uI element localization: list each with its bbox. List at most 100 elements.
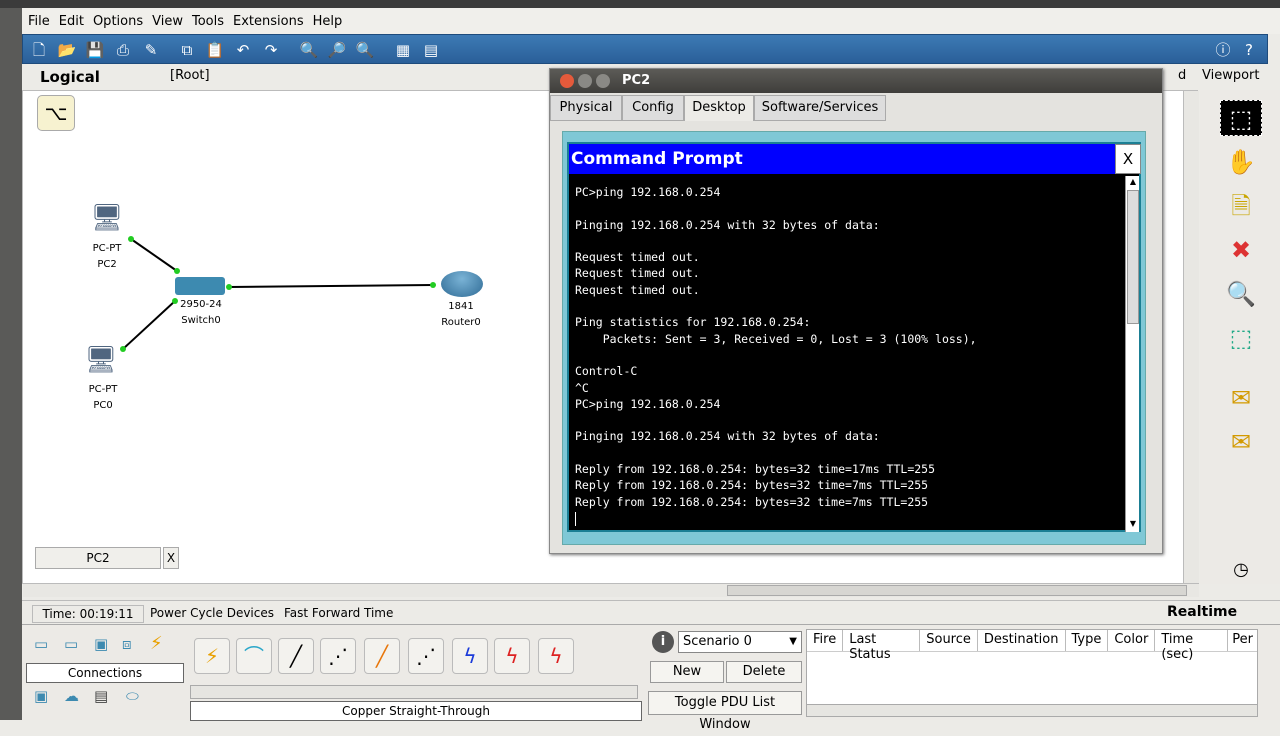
fast-forward-button[interactable]: Fast Forward Time	[284, 606, 393, 620]
paste-icon[interactable]: 📋	[205, 40, 225, 60]
wan-emulation-category-icon[interactable]: ☁	[64, 687, 90, 707]
routers-category-icon[interactable]: ▭	[34, 635, 60, 655]
menu-help[interactable]: Help	[313, 14, 343, 29]
col-time[interactable]: Time (sec)	[1155, 630, 1229, 662]
copper-cross-over-icon[interactable]: ⋰	[320, 638, 356, 674]
tab-physical[interactable]: Physical	[550, 95, 622, 121]
serial-dce-icon[interactable]: ϟ	[494, 638, 530, 674]
col-type[interactable]: Type	[1066, 630, 1109, 651]
simulation-clock-icon[interactable]: ◷	[1220, 552, 1262, 588]
command-prompt-scrollbar[interactable]: ▲ ▼	[1125, 176, 1139, 532]
scroll-thumb[interactable]	[727, 585, 1187, 596]
help-icon[interactable]: ?	[1239, 40, 1259, 60]
root-label[interactable]: [Root]	[170, 68, 210, 83]
automatic-connection-icon[interactable]: ⚡	[194, 638, 230, 674]
menu-tools[interactable]: Tools	[192, 14, 224, 29]
serial-dte-icon[interactable]: ϟ	[538, 638, 574, 674]
col-periodic[interactable]: Per	[1228, 630, 1257, 651]
pc2-tab-chip[interactable]: PC2	[35, 547, 161, 569]
col-fire[interactable]: Fire	[807, 630, 844, 651]
col-destination[interactable]: Destination	[978, 630, 1066, 651]
pc2-window-titlebar[interactable]: PC2	[550, 69, 1162, 93]
close-window-icon[interactable]	[560, 74, 574, 88]
os-title-bar	[0, 0, 1280, 8]
coaxial-cable-icon[interactable]: ϟ	[452, 638, 488, 674]
scroll-up-icon[interactable]: ▲	[1127, 176, 1139, 188]
realtime-mode-label[interactable]: Realtime	[1167, 604, 1237, 620]
custom-devices-category-icon[interactable]: ▤	[94, 687, 120, 707]
pdu-table-scrollbar[interactable]	[807, 704, 1257, 716]
router-device-icon[interactable]	[441, 271, 483, 297]
resize-shape-icon[interactable]: ⬚	[1220, 320, 1262, 356]
pc0-device-icon[interactable]: 🖥	[83, 345, 119, 375]
menu-edit[interactable]: Edit	[59, 14, 84, 29]
switch-device-icon[interactable]	[175, 277, 225, 295]
maximize-window-icon[interactable]	[596, 74, 610, 88]
phone-cable-icon[interactable]: ⋰	[408, 638, 444, 674]
logical-label[interactable]: Logical	[40, 68, 100, 86]
end-devices-category-icon[interactable]: ▣	[34, 687, 60, 707]
zoom-reset-icon[interactable]: 🔎	[327, 40, 347, 60]
copy-icon[interactable]: ⧉	[177, 40, 197, 60]
connections-category-icon[interactable]: ⚡	[150, 633, 176, 654]
multiuser-category-icon[interactable]: ⬭	[126, 687, 156, 707]
tab-software-services[interactable]: Software/Services	[754, 95, 886, 121]
scroll-thumb[interactable]	[1127, 190, 1139, 324]
tab-desktop[interactable]: Desktop	[684, 95, 754, 121]
new-scenario-button[interactable]: New	[650, 661, 724, 683]
scroll-down-icon[interactable]: ▼	[1127, 518, 1139, 530]
menu-view[interactable]: View	[152, 14, 183, 29]
note-icon[interactable]: 🗎	[1220, 188, 1262, 224]
delete-icon[interactable]: ✖	[1220, 232, 1262, 268]
info-icon[interactable]: ⓘ	[1213, 40, 1233, 60]
zoom-in-icon[interactable]: 🔍	[299, 40, 319, 60]
fiber-cable-icon[interactable]: ╱	[364, 638, 400, 674]
open-folder-icon[interactable]: 📂	[57, 40, 77, 60]
scenario-info-icon[interactable]: i	[652, 631, 674, 653]
inspect-icon[interactable]: 🔍	[1220, 276, 1262, 312]
select-tool-icon[interactable]: ⬚	[1220, 100, 1262, 136]
workspace-horizontal-scrollbar[interactable]	[23, 583, 1199, 597]
col-source[interactable]: Source	[920, 630, 978, 651]
delete-scenario-button[interactable]: Delete	[726, 661, 802, 683]
col-color[interactable]: Color	[1108, 630, 1156, 651]
close-chip-button[interactable]: X	[163, 547, 179, 569]
zoom-out-icon[interactable]: 🔍	[355, 40, 375, 60]
console-line: Reply from 192.168.0.254: bytes=32 time=…	[575, 478, 929, 493]
add-complex-pdu-icon[interactable]: ✉	[1220, 424, 1262, 460]
add-simple-pdu-icon[interactable]: ✉	[1220, 380, 1262, 416]
console-cable-icon[interactable]: ⌒	[236, 638, 272, 674]
toggle-pdu-list-button[interactable]: Toggle PDU List Window	[648, 691, 802, 732]
command-prompt-window[interactable]: Command Prompt X PC>ping 192.168.0.254 P…	[567, 142, 1141, 532]
save-icon[interactable]: 💾	[85, 40, 105, 60]
copper-straight-through-icon[interactable]: ╱	[278, 638, 314, 674]
activity-wizard-icon[interactable]: ✎	[141, 40, 161, 60]
wireless-category-icon[interactable]: ⧈	[122, 635, 148, 655]
new-file-icon[interactable]: 🗋	[29, 40, 49, 60]
scenario-select[interactable]: Scenario 0 ▼	[678, 631, 802, 653]
command-prompt-close-button[interactable]: X	[1115, 144, 1141, 174]
print-icon[interactable]: ⎙	[113, 40, 133, 60]
viewport-button[interactable]: Viewport	[1202, 68, 1260, 83]
menu-extensions[interactable]: Extensions	[233, 14, 304, 29]
pdu-list-table: Fire Last Status Source Destination Type…	[806, 629, 1258, 717]
pc2-device-icon[interactable]: 🖥	[89, 203, 125, 233]
undo-icon[interactable]: ↶	[233, 40, 253, 60]
minimize-window-icon[interactable]	[578, 74, 592, 88]
cable-list-scrollbar[interactable]	[190, 685, 638, 699]
command-prompt-output[interactable]: PC>ping 192.168.0.254 Pinging 192.168.0.…	[575, 184, 1123, 528]
menu-options[interactable]: Options	[93, 14, 143, 29]
palette-icon[interactable]: ▦	[393, 40, 413, 60]
tab-config[interactable]: Config	[622, 95, 684, 121]
move-hand-icon[interactable]: ✋	[1220, 144, 1262, 180]
console-line: Packets: Sent = 3, Received = 0, Lost = …	[575, 331, 977, 346]
col-last-status[interactable]: Last Status	[843, 630, 921, 662]
switches-category-icon[interactable]: ▭	[64, 635, 90, 655]
workspace-vertical-scrollbar[interactable]	[1183, 91, 1199, 583]
power-cycle-button[interactable]: Power Cycle Devices	[150, 606, 274, 620]
custom-device-icon[interactable]: ▤	[421, 40, 441, 60]
menu-file[interactable]: File	[28, 14, 50, 29]
redo-icon[interactable]: ↷	[261, 40, 281, 60]
hubs-category-icon[interactable]: ▣	[94, 635, 120, 655]
